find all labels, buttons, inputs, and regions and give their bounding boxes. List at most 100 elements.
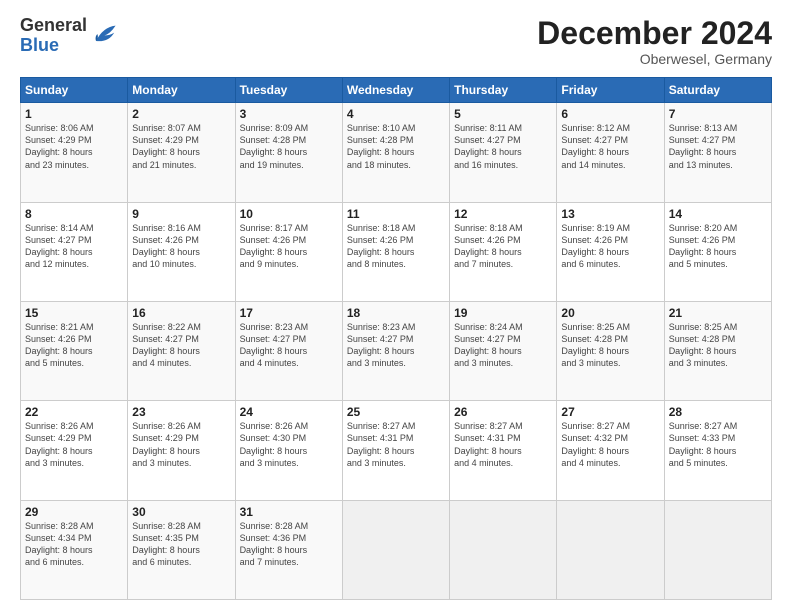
table-row: 18Sunrise: 8:23 AM Sunset: 4:27 PM Dayli… bbox=[342, 301, 449, 400]
table-row: 19Sunrise: 8:24 AM Sunset: 4:27 PM Dayli… bbox=[450, 301, 557, 400]
logo-text: General Blue bbox=[20, 16, 87, 56]
day-info: Sunrise: 8:28 AM Sunset: 4:35 PM Dayligh… bbox=[132, 520, 230, 569]
day-number: 23 bbox=[132, 405, 230, 419]
table-row: 14Sunrise: 8:20 AM Sunset: 4:26 PM Dayli… bbox=[664, 202, 771, 301]
table-row: 8Sunrise: 8:14 AM Sunset: 4:27 PM Daylig… bbox=[21, 202, 128, 301]
day-number: 21 bbox=[669, 306, 767, 320]
title-block: December 2024 Oberwesel, Germany bbox=[537, 16, 772, 67]
calendar-week-row: 29Sunrise: 8:28 AM Sunset: 4:34 PM Dayli… bbox=[21, 500, 772, 599]
day-number: 8 bbox=[25, 207, 123, 221]
day-info: Sunrise: 8:27 AM Sunset: 4:31 PM Dayligh… bbox=[454, 420, 552, 469]
day-info: Sunrise: 8:26 AM Sunset: 4:30 PM Dayligh… bbox=[240, 420, 338, 469]
day-info: Sunrise: 8:14 AM Sunset: 4:27 PM Dayligh… bbox=[25, 222, 123, 271]
table-row bbox=[664, 500, 771, 599]
table-row: 26Sunrise: 8:27 AM Sunset: 4:31 PM Dayli… bbox=[450, 401, 557, 500]
header-wednesday: Wednesday bbox=[342, 78, 449, 103]
day-info: Sunrise: 8:20 AM Sunset: 4:26 PM Dayligh… bbox=[669, 222, 767, 271]
table-row: 3Sunrise: 8:09 AM Sunset: 4:28 PM Daylig… bbox=[235, 103, 342, 202]
day-number: 5 bbox=[454, 107, 552, 121]
day-info: Sunrise: 8:09 AM Sunset: 4:28 PM Dayligh… bbox=[240, 122, 338, 171]
day-number: 11 bbox=[347, 207, 445, 221]
logo-blue: Blue bbox=[20, 36, 87, 56]
table-row: 2Sunrise: 8:07 AM Sunset: 4:29 PM Daylig… bbox=[128, 103, 235, 202]
weekday-header-row: Sunday Monday Tuesday Wednesday Thursday… bbox=[21, 78, 772, 103]
table-row: 1Sunrise: 8:06 AM Sunset: 4:29 PM Daylig… bbox=[21, 103, 128, 202]
day-number: 7 bbox=[669, 107, 767, 121]
calendar-header: Sunday Monday Tuesday Wednesday Thursday… bbox=[21, 78, 772, 103]
day-info: Sunrise: 8:10 AM Sunset: 4:28 PM Dayligh… bbox=[347, 122, 445, 171]
table-row: 24Sunrise: 8:26 AM Sunset: 4:30 PM Dayli… bbox=[235, 401, 342, 500]
day-number: 10 bbox=[240, 207, 338, 221]
day-number: 28 bbox=[669, 405, 767, 419]
day-number: 1 bbox=[25, 107, 123, 121]
day-number: 31 bbox=[240, 505, 338, 519]
header-thursday: Thursday bbox=[450, 78, 557, 103]
table-row: 16Sunrise: 8:22 AM Sunset: 4:27 PM Dayli… bbox=[128, 301, 235, 400]
calendar-week-row: 8Sunrise: 8:14 AM Sunset: 4:27 PM Daylig… bbox=[21, 202, 772, 301]
day-info: Sunrise: 8:25 AM Sunset: 4:28 PM Dayligh… bbox=[669, 321, 767, 370]
day-number: 16 bbox=[132, 306, 230, 320]
day-info: Sunrise: 8:27 AM Sunset: 4:31 PM Dayligh… bbox=[347, 420, 445, 469]
day-number: 27 bbox=[561, 405, 659, 419]
day-info: Sunrise: 8:19 AM Sunset: 4:26 PM Dayligh… bbox=[561, 222, 659, 271]
day-number: 14 bbox=[669, 207, 767, 221]
header-sunday: Sunday bbox=[21, 78, 128, 103]
day-number: 24 bbox=[240, 405, 338, 419]
day-number: 9 bbox=[132, 207, 230, 221]
day-info: Sunrise: 8:28 AM Sunset: 4:36 PM Dayligh… bbox=[240, 520, 338, 569]
day-info: Sunrise: 8:28 AM Sunset: 4:34 PM Dayligh… bbox=[25, 520, 123, 569]
day-number: 4 bbox=[347, 107, 445, 121]
table-row: 21Sunrise: 8:25 AM Sunset: 4:28 PM Dayli… bbox=[664, 301, 771, 400]
table-row: 4Sunrise: 8:10 AM Sunset: 4:28 PM Daylig… bbox=[342, 103, 449, 202]
table-row: 27Sunrise: 8:27 AM Sunset: 4:32 PM Dayli… bbox=[557, 401, 664, 500]
table-row: 25Sunrise: 8:27 AM Sunset: 4:31 PM Dayli… bbox=[342, 401, 449, 500]
day-number: 12 bbox=[454, 207, 552, 221]
day-number: 13 bbox=[561, 207, 659, 221]
day-number: 25 bbox=[347, 405, 445, 419]
day-info: Sunrise: 8:07 AM Sunset: 4:29 PM Dayligh… bbox=[132, 122, 230, 171]
day-info: Sunrise: 8:21 AM Sunset: 4:26 PM Dayligh… bbox=[25, 321, 123, 370]
calendar-week-row: 15Sunrise: 8:21 AM Sunset: 4:26 PM Dayli… bbox=[21, 301, 772, 400]
day-info: Sunrise: 8:24 AM Sunset: 4:27 PM Dayligh… bbox=[454, 321, 552, 370]
header-monday: Monday bbox=[128, 78, 235, 103]
header-friday: Friday bbox=[557, 78, 664, 103]
day-number: 30 bbox=[132, 505, 230, 519]
day-info: Sunrise: 8:06 AM Sunset: 4:29 PM Dayligh… bbox=[25, 122, 123, 171]
day-info: Sunrise: 8:26 AM Sunset: 4:29 PM Dayligh… bbox=[25, 420, 123, 469]
table-row: 29Sunrise: 8:28 AM Sunset: 4:34 PM Dayli… bbox=[21, 500, 128, 599]
table-row: 28Sunrise: 8:27 AM Sunset: 4:33 PM Dayli… bbox=[664, 401, 771, 500]
header-saturday: Saturday bbox=[664, 78, 771, 103]
day-number: 18 bbox=[347, 306, 445, 320]
day-number: 19 bbox=[454, 306, 552, 320]
table-row: 12Sunrise: 8:18 AM Sunset: 4:26 PM Dayli… bbox=[450, 202, 557, 301]
table-row: 11Sunrise: 8:18 AM Sunset: 4:26 PM Dayli… bbox=[342, 202, 449, 301]
day-info: Sunrise: 8:27 AM Sunset: 4:32 PM Dayligh… bbox=[561, 420, 659, 469]
day-info: Sunrise: 8:23 AM Sunset: 4:27 PM Dayligh… bbox=[347, 321, 445, 370]
table-row: 17Sunrise: 8:23 AM Sunset: 4:27 PM Dayli… bbox=[235, 301, 342, 400]
day-info: Sunrise: 8:17 AM Sunset: 4:26 PM Dayligh… bbox=[240, 222, 338, 271]
calendar-week-row: 22Sunrise: 8:26 AM Sunset: 4:29 PM Dayli… bbox=[21, 401, 772, 500]
table-row: 31Sunrise: 8:28 AM Sunset: 4:36 PM Dayli… bbox=[235, 500, 342, 599]
day-info: Sunrise: 8:12 AM Sunset: 4:27 PM Dayligh… bbox=[561, 122, 659, 171]
table-row: 7Sunrise: 8:13 AM Sunset: 4:27 PM Daylig… bbox=[664, 103, 771, 202]
calendar-body: 1Sunrise: 8:06 AM Sunset: 4:29 PM Daylig… bbox=[21, 103, 772, 600]
table-row: 9Sunrise: 8:16 AM Sunset: 4:26 PM Daylig… bbox=[128, 202, 235, 301]
table-row: 22Sunrise: 8:26 AM Sunset: 4:29 PM Dayli… bbox=[21, 401, 128, 500]
table-row bbox=[342, 500, 449, 599]
day-number: 15 bbox=[25, 306, 123, 320]
calendar-table: Sunday Monday Tuesday Wednesday Thursday… bbox=[20, 77, 772, 600]
month-title: December 2024 bbox=[537, 16, 772, 51]
day-number: 22 bbox=[25, 405, 123, 419]
day-number: 29 bbox=[25, 505, 123, 519]
day-number: 17 bbox=[240, 306, 338, 320]
day-info: Sunrise: 8:23 AM Sunset: 4:27 PM Dayligh… bbox=[240, 321, 338, 370]
location-subtitle: Oberwesel, Germany bbox=[537, 51, 772, 67]
logo-icon bbox=[89, 20, 117, 48]
day-number: 6 bbox=[561, 107, 659, 121]
table-row: 30Sunrise: 8:28 AM Sunset: 4:35 PM Dayli… bbox=[128, 500, 235, 599]
table-row: 23Sunrise: 8:26 AM Sunset: 4:29 PM Dayli… bbox=[128, 401, 235, 500]
table-row: 20Sunrise: 8:25 AM Sunset: 4:28 PM Dayli… bbox=[557, 301, 664, 400]
day-info: Sunrise: 8:26 AM Sunset: 4:29 PM Dayligh… bbox=[132, 420, 230, 469]
day-info: Sunrise: 8:13 AM Sunset: 4:27 PM Dayligh… bbox=[669, 122, 767, 171]
table-row: 5Sunrise: 8:11 AM Sunset: 4:27 PM Daylig… bbox=[450, 103, 557, 202]
